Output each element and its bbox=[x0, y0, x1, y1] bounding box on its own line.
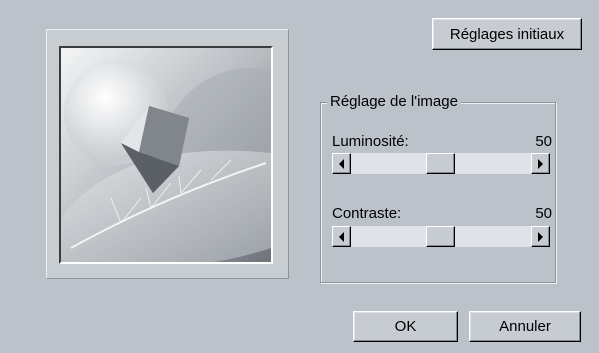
arrow-left-icon bbox=[339, 231, 344, 242]
brightness-increase-button[interactable] bbox=[531, 153, 550, 174]
contrast-thumb[interactable] bbox=[426, 226, 455, 247]
image-preview bbox=[59, 46, 273, 264]
group-title: Réglage de l'image bbox=[327, 93, 461, 110]
arrow-right-icon bbox=[538, 158, 543, 169]
arrow-left-icon bbox=[339, 158, 344, 169]
reset-defaults-label: Réglages initiaux bbox=[449, 25, 565, 43]
brightness-label: Luminosité: bbox=[332, 133, 409, 150]
ok-label: OK bbox=[394, 318, 417, 335]
contrast-slider[interactable] bbox=[332, 226, 550, 247]
brightness-decrease-button[interactable] bbox=[332, 153, 351, 174]
image-adjustment-group bbox=[320, 102, 556, 283]
arrow-right-icon bbox=[538, 231, 543, 242]
contrast-value: 50 bbox=[535, 205, 552, 222]
cancel-label: Annuler bbox=[499, 318, 551, 335]
cancel-button[interactable]: Annuler bbox=[469, 311, 581, 342]
contrast-label: Contraste: bbox=[332, 205, 402, 222]
preview-image bbox=[61, 48, 271, 262]
contrast-increase-button[interactable] bbox=[531, 226, 550, 247]
contrast-decrease-button[interactable] bbox=[332, 226, 351, 247]
ok-button[interactable]: OK bbox=[353, 311, 458, 342]
brightness-value: 50 bbox=[535, 133, 552, 150]
image-preview-panel bbox=[46, 29, 289, 279]
brightness-slider[interactable] bbox=[332, 153, 550, 174]
reset-defaults-button[interactable]: Réglages initiaux bbox=[432, 18, 582, 50]
brightness-thumb[interactable] bbox=[426, 153, 455, 174]
